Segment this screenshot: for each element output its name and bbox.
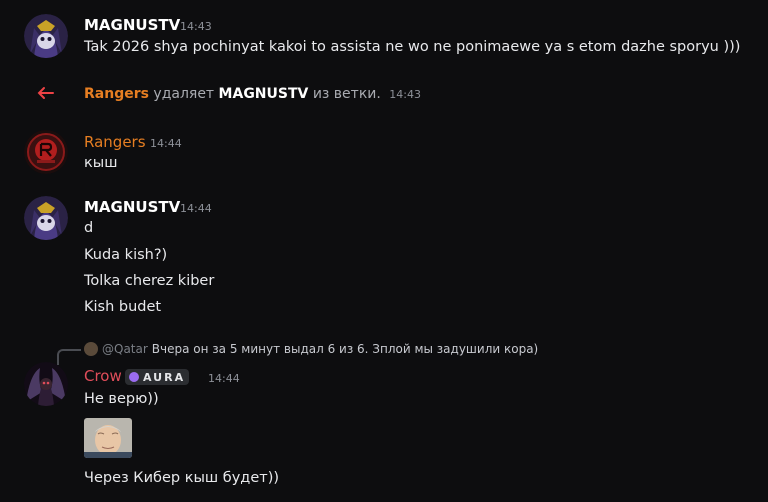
system-actor[interactable]: Rangers xyxy=(84,86,149,102)
avatar-magnustv[interactable] xyxy=(24,196,68,240)
meme-image-graphic xyxy=(84,418,132,458)
author-name[interactable]: Rangers xyxy=(84,133,146,151)
message-text: кыш xyxy=(84,155,118,171)
message-magnustv-2: MAGNUSTV 14:44 d Kuda kish?) Tolka chere… xyxy=(0,192,768,322)
reply-avatar xyxy=(84,342,98,356)
aura-badge-icon xyxy=(129,372,139,382)
meme-image[interactable] xyxy=(84,418,132,458)
message-magnustv-1: MAGNUSTV 14:43 Tak 2026 shya pochinyat k… xyxy=(0,0,768,70)
message-text: Не верю)) xyxy=(84,391,159,407)
arrow-left-icon xyxy=(36,85,54,104)
crow-avatar-icon xyxy=(24,362,68,406)
avatar-rangers[interactable] xyxy=(24,130,68,174)
message-text: Tak 2026 shya pochinyat kakoi to assista… xyxy=(84,39,741,55)
system-suffix: из ветки. xyxy=(312,86,381,102)
timestamp: 14:44 xyxy=(180,202,212,215)
avatar-magnustv[interactable] xyxy=(24,14,68,58)
magnustv-avatar-icon xyxy=(24,14,68,58)
rangers-avatar-icon xyxy=(24,130,68,174)
author-name[interactable]: MAGNUSTV xyxy=(84,16,180,34)
message-rangers: Rangers 14:44 кыш xyxy=(0,124,768,184)
reply-mention[interactable]: @Qatar xyxy=(102,342,148,356)
message-text: Через Кибер кыш будет)) xyxy=(84,470,280,486)
message-text: d xyxy=(84,220,94,236)
system-target[interactable]: MAGNUSTV xyxy=(219,86,309,102)
system-message-remove: Rangers удаляет MAGNUSTV из ветки. 14:43 xyxy=(0,82,768,108)
reply-connector xyxy=(57,349,81,365)
system-time: 14:43 xyxy=(389,88,421,101)
timestamp: 14:44 xyxy=(208,372,240,385)
magnustv-avatar-icon xyxy=(24,196,68,240)
author-name[interactable]: Crow xyxy=(84,367,122,385)
reply-preview[interactable]: @Qatar Вчера он за 5 минут выдал 6 из 6.… xyxy=(84,342,538,356)
aura-badge-label: AURA xyxy=(143,370,186,384)
message-text: Kuda kish?) xyxy=(84,247,168,263)
aura-badge[interactable]: AURA xyxy=(125,369,190,385)
system-action: удаляет xyxy=(153,86,215,102)
author-name[interactable]: MAGNUSTV xyxy=(84,198,180,216)
message-text: Tolka cherez kiber xyxy=(84,273,215,289)
message-crow: @Qatar Вчера он за 5 минут выдал 6 из 6.… xyxy=(0,338,768,502)
timestamp: 14:43 xyxy=(180,20,212,33)
avatar-crow[interactable] xyxy=(24,362,68,406)
message-text: Kish budet xyxy=(84,299,162,315)
reply-text: Вчера он за 5 минут выдал 6 из 6. Зплой … xyxy=(151,342,539,356)
timestamp: 14:44 xyxy=(150,137,182,150)
system-text: Rangers удаляет MAGNUSTV из ветки. 14:43 xyxy=(84,86,421,102)
